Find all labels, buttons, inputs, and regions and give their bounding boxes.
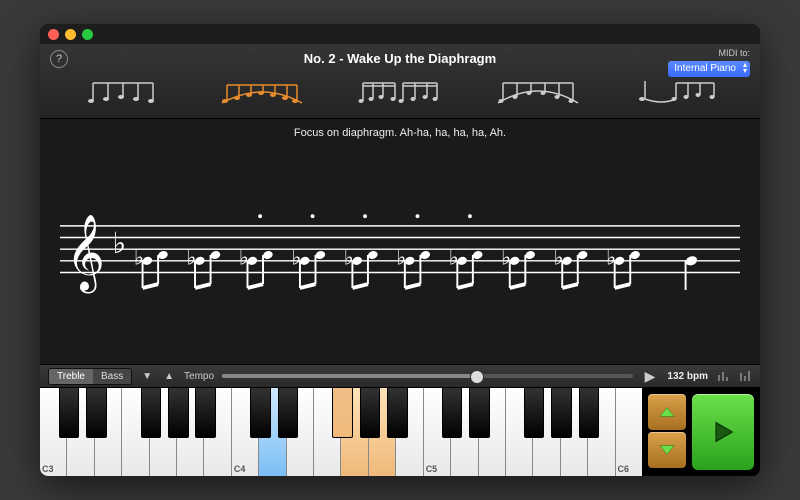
transpose-up-icon[interactable]: ▲ (162, 371, 176, 382)
octave-label: C3 (42, 464, 54, 474)
tempo-slider[interactable] (222, 374, 633, 378)
play-button[interactable] (692, 394, 754, 470)
help-icon[interactable]: ? (50, 50, 68, 68)
black-key[interactable] (141, 388, 162, 438)
octave-label: C6 (618, 464, 630, 474)
pattern-2[interactable] (196, 74, 326, 112)
pattern-5[interactable] (612, 74, 742, 112)
black-key[interactable] (442, 388, 463, 438)
transport-buttons (642, 388, 760, 476)
tempo-bpm-readout: 132 bpm (667, 371, 708, 382)
tempo-play-icon[interactable]: ▶ (641, 368, 660, 385)
clef-treble-button[interactable]: Treble (49, 369, 93, 384)
piano-keyboard[interactable]: C3 C4 C5 C6 (40, 388, 642, 476)
level-meter-left-icon[interactable] (716, 369, 730, 383)
black-key[interactable] (360, 388, 381, 438)
black-key[interactable] (524, 388, 545, 438)
step-up-button[interactable] (648, 394, 686, 430)
level-meter-right-icon[interactable] (738, 369, 752, 383)
black-key[interactable] (551, 388, 572, 438)
transport-controls: Treble Bass ▼ ▲ Tempo ▶ 132 bpm (40, 364, 760, 388)
mac-titlebar (40, 24, 760, 44)
staff-notation: 𝄞 ♭ ♭♭♭♭♭♭♭♭♭♭ (60, 195, 740, 315)
tempo-slider-thumb[interactable] (470, 370, 484, 384)
black-key[interactable] (59, 388, 80, 438)
staff-area: 𝄞 ♭ ♭♭♭♭♭♭♭♭♭♭ (40, 145, 760, 364)
pattern-thumbnails (50, 74, 750, 112)
black-key[interactable] (195, 388, 216, 438)
octave-label: C4 (234, 464, 246, 474)
black-key[interactable] (469, 388, 490, 438)
close-traffic-light[interactable] (48, 29, 59, 40)
pattern-4[interactable] (473, 74, 603, 112)
instruction-text: Focus on diaphragm. Ah-ha, ha, ha, ha, A… (40, 119, 760, 145)
black-key[interactable] (579, 388, 600, 438)
black-key[interactable] (278, 388, 299, 438)
step-down-button[interactable] (648, 432, 686, 468)
black-key[interactable] (168, 388, 189, 438)
black-key[interactable] (387, 388, 408, 438)
svg-text:𝄞: 𝄞 (66, 214, 105, 293)
midi-output-select[interactable]: Internal Piano (668, 61, 750, 77)
midi-label: MIDI to: (718, 48, 750, 58)
clef-segmented-control: Treble Bass (48, 368, 132, 385)
tempo-label: Tempo (184, 371, 214, 382)
svg-text:♭: ♭ (112, 228, 126, 260)
keyboard-row: C3 C4 C5 C6 (40, 388, 760, 476)
transpose-down-icon[interactable]: ▼ (140, 371, 154, 382)
black-key[interactable] (332, 388, 353, 438)
clef-bass-button[interactable]: Bass (93, 369, 131, 384)
app-window: ? No. 2 - Wake Up the Diaphragm MIDI to:… (40, 24, 760, 476)
pattern-3[interactable] (335, 74, 465, 112)
tempo-slider-fill (222, 374, 477, 378)
exercise-title: No. 2 - Wake Up the Diaphragm (304, 51, 496, 66)
pattern-1[interactable] (58, 74, 188, 112)
header-bar: ? No. 2 - Wake Up the Diaphragm MIDI to:… (40, 44, 760, 119)
zoom-traffic-light[interactable] (82, 29, 93, 40)
minimize-traffic-light[interactable] (65, 29, 76, 40)
white-key[interactable]: C6 (616, 388, 642, 476)
octave-label: C5 (426, 464, 438, 474)
midi-output-picker: MIDI to: Internal Piano ▴▾ (668, 48, 750, 77)
black-key[interactable] (250, 388, 271, 438)
black-key[interactable] (86, 388, 107, 438)
